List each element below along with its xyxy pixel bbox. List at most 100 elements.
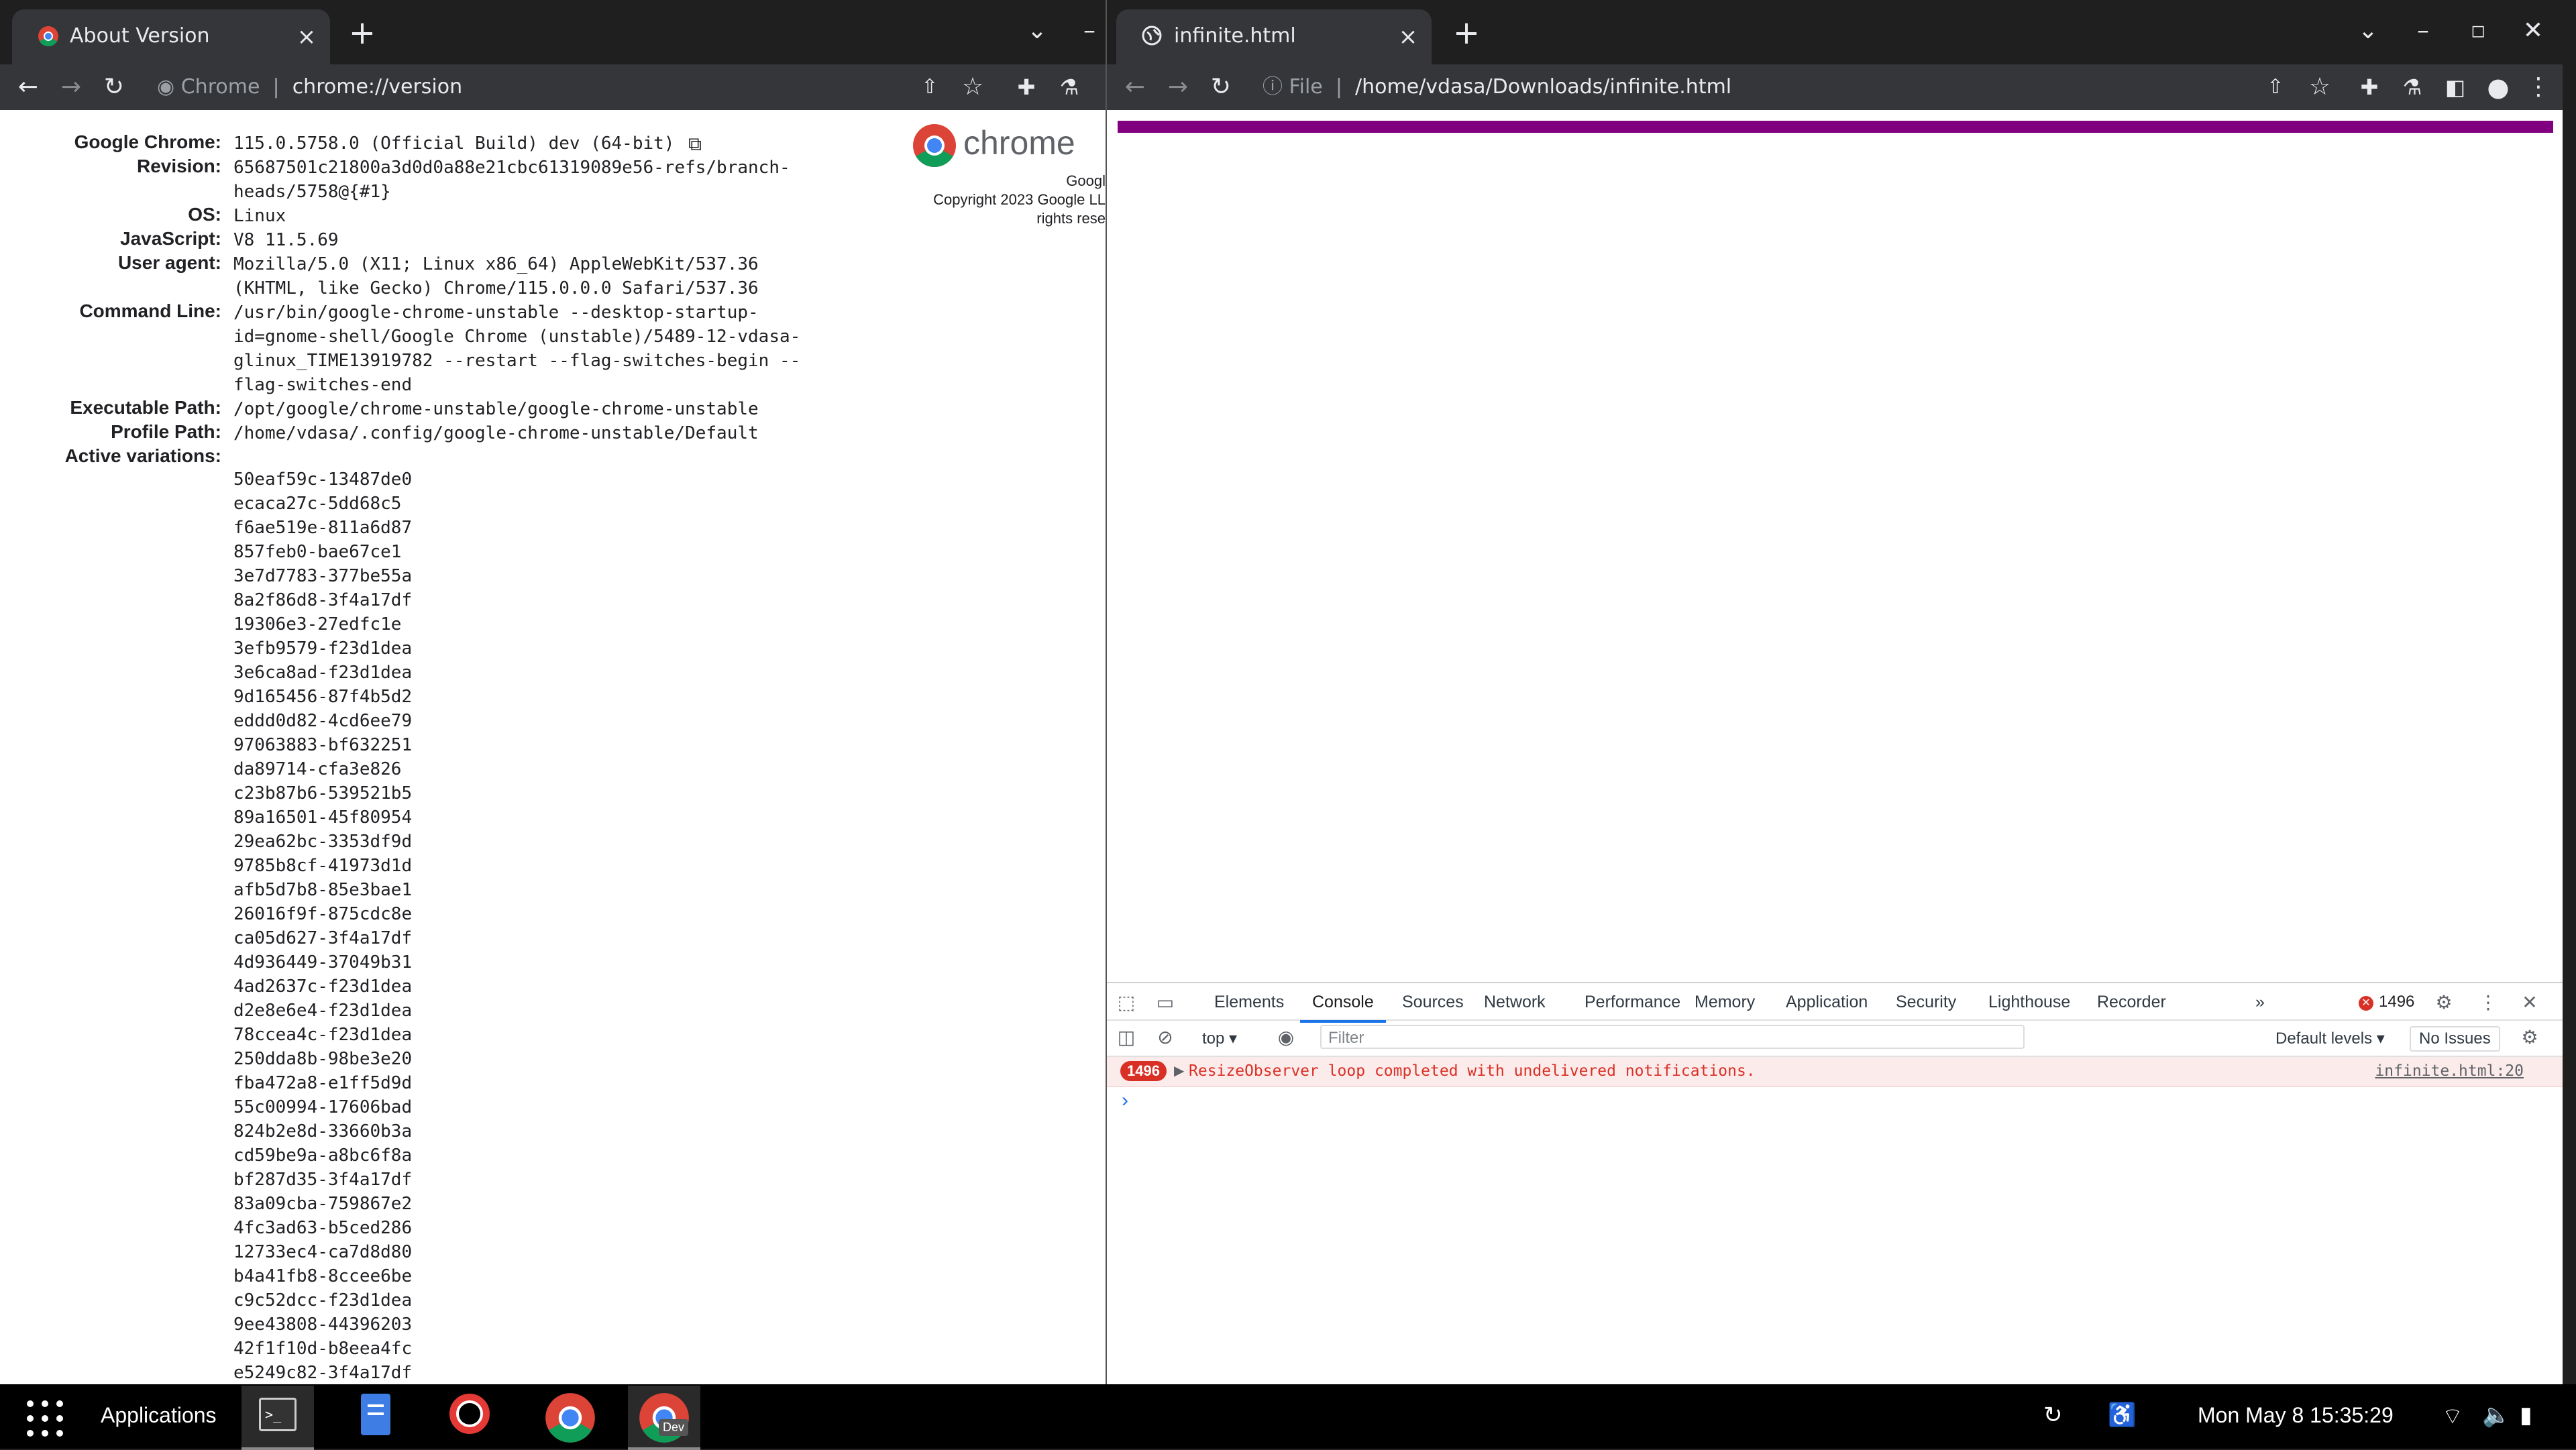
info-icon: ⓘ xyxy=(1263,75,1283,99)
tab-about-version[interactable]: About Version × xyxy=(12,9,330,64)
field-value[interactable]: /home/vdasa/.config/google-chrome-unstab… xyxy=(233,421,759,445)
terminal-app-icon[interactable]: >_ xyxy=(241,1386,314,1450)
variation-item: c23b87b6-539521b5 xyxy=(233,783,413,803)
share-icon[interactable]: ⇧ xyxy=(2258,70,2293,105)
more-tabs-button[interactable]: » xyxy=(2255,993,2265,1012)
copy-version-icon[interactable]: ⧉ xyxy=(688,133,702,156)
field-value[interactable]: 115.0.5758.0 (Official Build) dev (64-bi… xyxy=(233,131,674,156)
labs-flask-icon[interactable]: ⚗ xyxy=(2395,70,2430,105)
devtools-tab-elements[interactable]: Elements xyxy=(1214,993,1284,1012)
minimize-icon[interactable]: – xyxy=(1071,12,1106,50)
variation-item: 55c00994-17606bad xyxy=(233,1097,413,1117)
volume-icon[interactable]: 🔈 xyxy=(2482,1402,2510,1429)
extensions-icon[interactable]: ✚ xyxy=(2352,70,2387,105)
variation-item: 824b2e8d-33660b3a xyxy=(233,1121,413,1141)
variation-item: ca05d627-3f4a17df xyxy=(233,928,413,948)
variation-item: 78ccea4c-f23d1dea xyxy=(233,1025,413,1045)
devtools-tab-performance[interactable]: Performance xyxy=(1585,993,1680,1012)
tab-infinite-html[interactable]: infinite.html × xyxy=(1116,9,1432,64)
variation-item: 42f1f10d-b8eea4fc xyxy=(233,1339,413,1359)
field-value[interactable]: /usr/bin/google-chrome-unstable --deskto… xyxy=(233,300,800,397)
error-count-badge[interactable]: ✕ 1496 xyxy=(2359,993,2414,1011)
expand-triangle-icon[interactable]: ▶ xyxy=(1174,1062,1184,1079)
new-tab-button[interactable]: + xyxy=(343,15,381,52)
inspect-element-icon[interactable]: ⬚ xyxy=(1115,991,1138,1014)
text-editor-app-icon[interactable] xyxy=(338,1386,411,1447)
tray-app-indicator-icon[interactable]: ↻ xyxy=(2043,1402,2063,1429)
back-icon[interactable]: ← xyxy=(11,70,46,105)
live-expression-eye-icon[interactable]: ◉ xyxy=(1275,1026,1297,1049)
back-icon[interactable]: ← xyxy=(1118,70,1152,105)
accessibility-icon[interactable]: ♿ xyxy=(2108,1402,2136,1429)
infinite-html-window: infinite.html × + ⌄ – ◻ ✕ ← → ↻ ⓘ File |… xyxy=(1106,0,2563,1384)
share-icon[interactable]: ⇧ xyxy=(912,70,947,105)
tab-search-chevron-icon[interactable]: ⌄ xyxy=(1018,12,1056,50)
error-source-link[interactable]: infinite.html:20 xyxy=(2375,1062,2524,1080)
chrome-app-icon[interactable] xyxy=(534,1386,606,1447)
variation-item: 3e6ca8ad-f23d1dea xyxy=(233,663,413,683)
new-tab-button[interactable]: + xyxy=(1448,15,1485,52)
minimize-icon[interactable]: – xyxy=(2404,12,2442,50)
address-bar[interactable]: ◉ Chrome | chrome://version xyxy=(157,70,462,105)
applications-menu[interactable]: Applications xyxy=(101,1403,217,1428)
devtools-tab-sources[interactable]: Sources xyxy=(1402,993,1464,1012)
field-label: Profile Path: xyxy=(111,421,221,442)
tab-search-chevron-icon[interactable]: ⌄ xyxy=(2349,12,2387,50)
app-grid-icon[interactable] xyxy=(27,1400,63,1437)
battery-icon[interactable]: ▮ xyxy=(2520,1402,2532,1429)
devtools-tab-bar: ⬚ ▭ Elements Console Sources Network Perform… xyxy=(1107,983,2563,1023)
address-bar[interactable]: ⓘ File | /home/vdasa/Downloads/infinite.… xyxy=(1263,70,1731,105)
devtools-tab-security[interactable]: Security xyxy=(1896,993,1956,1012)
reload-icon[interactable]: ↻ xyxy=(97,70,131,105)
error-x-icon: ✕ xyxy=(2359,996,2373,1011)
console-settings-gear-icon[interactable]: ⚙ xyxy=(2518,1026,2541,1049)
devtools-tab-network[interactable]: Network xyxy=(1484,993,1546,1012)
purple-bar xyxy=(1118,121,2553,133)
omnibox-url: /home/vdasa/Downloads/infinite.html xyxy=(1355,75,1732,99)
clear-console-icon[interactable]: ⊘ xyxy=(1154,1026,1177,1049)
clock[interactable]: Mon May 8 15:35:29 xyxy=(2198,1403,2394,1428)
devtools-tab-lighthouse[interactable]: Lighthouse xyxy=(1988,993,2070,1012)
console-error-message[interactable]: 1496 ▶ ResizeObserver loop completed wit… xyxy=(1107,1057,2563,1087)
field-value[interactable]: V8 11.5.69 xyxy=(233,228,339,252)
close-window-icon[interactable]: ✕ xyxy=(2514,12,2552,50)
side-panel-icon[interactable]: ◧ xyxy=(2438,70,2473,105)
field-value[interactable]: Linux xyxy=(233,204,286,228)
maximize-icon[interactable]: ◻ xyxy=(2459,12,2497,50)
close-tab-icon[interactable]: × xyxy=(1394,23,1422,51)
device-toolbar-icon[interactable]: ▭ xyxy=(1154,991,1177,1014)
settings-gear-icon[interactable]: ⚙ xyxy=(2432,991,2455,1014)
close-devtools-icon[interactable]: ✕ xyxy=(2518,991,2541,1014)
bookmark-star-icon[interactable]: ☆ xyxy=(2302,70,2337,105)
copyright-notice: Googl Copyright 2023 Google LL rights re… xyxy=(904,172,1106,228)
console-filter-input[interactable]: Filter xyxy=(1320,1025,2025,1049)
forward-icon[interactable]: → xyxy=(1161,70,1195,105)
field-value[interactable]: /opt/google/chrome-unstable/google-chrom… xyxy=(233,397,759,421)
labs-flask-icon[interactable]: ⚗ xyxy=(1052,70,1087,105)
forward-icon[interactable]: → xyxy=(54,70,89,105)
devtools-tab-memory[interactable]: Memory xyxy=(1695,993,1755,1012)
reload-icon[interactable]: ↻ xyxy=(1203,70,1238,105)
field-value[interactable]: 65687501c21800a3d0d0a88e21cbc61319089e56… xyxy=(233,156,790,204)
extensions-icon[interactable]: ✚ xyxy=(1009,70,1044,105)
context-selector[interactable]: top ▾ xyxy=(1202,1029,1237,1048)
variation-item: 4ad2637c-f23d1dea xyxy=(233,977,413,997)
devtools-menu-kebab-icon[interactable]: ⋮ xyxy=(2477,991,2500,1014)
log-levels-dropdown[interactable]: Default levels ▾ xyxy=(2275,1029,2385,1048)
help-lifebuoy-app-icon[interactable] xyxy=(436,1386,508,1447)
menu-kebab-icon[interactable]: ⋮ xyxy=(2521,70,2556,105)
close-tab-icon[interactable]: × xyxy=(292,23,321,51)
wifi-icon[interactable]: ⌔ xyxy=(2442,1402,2463,1431)
field-value[interactable]: Mozilla/5.0 (X11; Linux x86_64) AppleWeb… xyxy=(233,252,759,300)
bookmark-star-icon[interactable]: ☆ xyxy=(955,70,990,105)
devtools-tab-console[interactable]: Console xyxy=(1300,993,1386,1023)
profile-avatar-icon[interactable]: ● xyxy=(2481,70,2516,105)
devtools-tab-recorder[interactable]: Recorder xyxy=(2097,993,2166,1012)
console-prompt[interactable]: › xyxy=(1122,1089,1128,1112)
page-content: ◂ ▸ xyxy=(1107,110,2563,1092)
issues-button[interactable]: No Issues xyxy=(2410,1026,2500,1052)
devtools-tab-application[interactable]: Application xyxy=(1786,993,1868,1012)
repeat-count-badge: 1496 xyxy=(1120,1061,1167,1081)
chrome-dev-app-icon[interactable]: Dev xyxy=(628,1386,700,1450)
sidebar-toggle-icon[interactable]: ◫ xyxy=(1115,1026,1138,1049)
